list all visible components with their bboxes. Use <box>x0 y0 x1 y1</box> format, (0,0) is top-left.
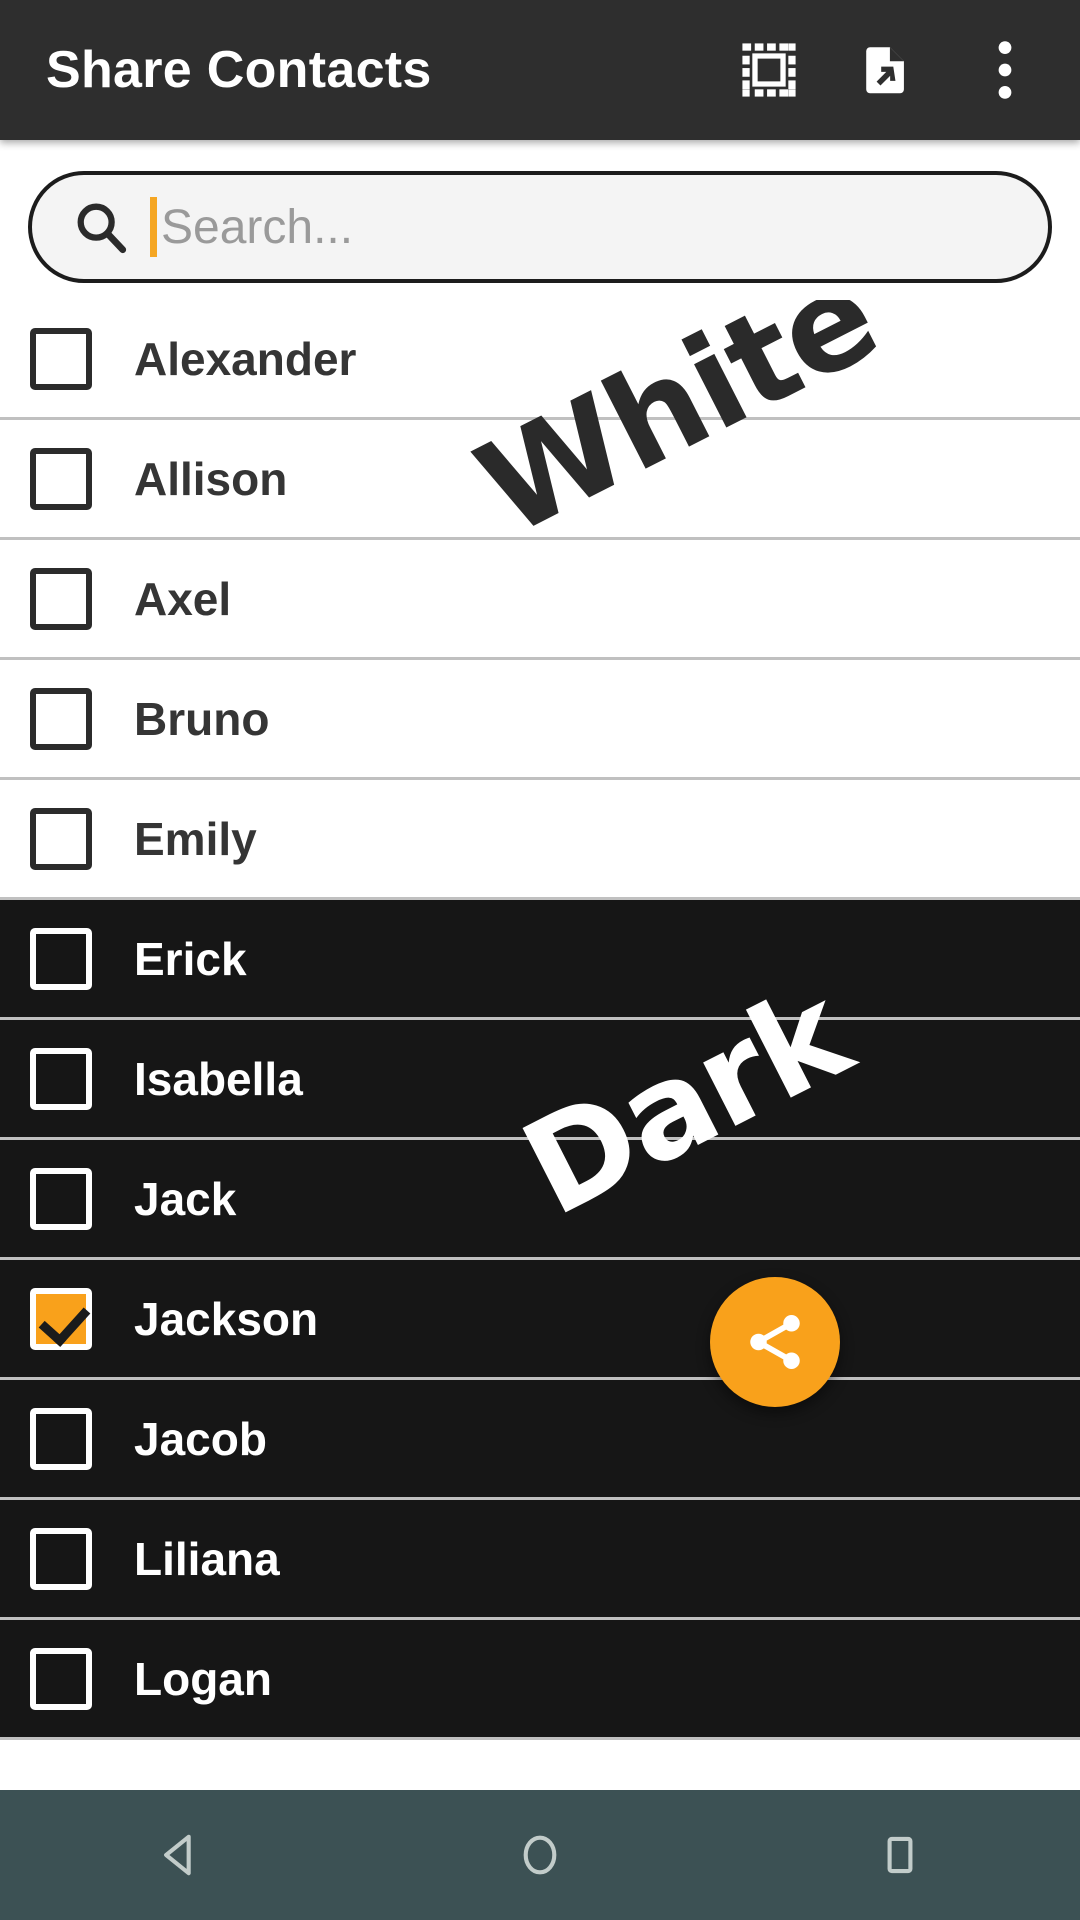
contact-row[interactable]: Emily <box>0 780 1080 900</box>
contact-row[interactable]: Isabella <box>0 1020 1080 1140</box>
contact-row[interactable]: Bruno <box>0 660 1080 780</box>
contact-checkbox[interactable] <box>30 327 92 390</box>
contact-row[interactable]: Alexander <box>0 300 1080 420</box>
contact-row[interactable]: Erick <box>0 900 1080 1020</box>
contact-row[interactable]: Jacob <box>0 1380 1080 1500</box>
app-bar-actions <box>738 39 1036 101</box>
contact-row[interactable]: Jack <box>0 1140 1080 1260</box>
nav-back-button[interactable] <box>110 1790 250 1920</box>
home-circle-icon <box>523 1835 557 1875</box>
contact-row[interactable]: Axel <box>0 540 1080 660</box>
contact-checkbox[interactable] <box>30 1287 92 1350</box>
app-screen: Share Contacts Search... Alexander Allis… <box>0 0 1080 1920</box>
contact-checkbox[interactable] <box>30 447 92 510</box>
contact-name: Jack <box>134 1172 237 1225</box>
contact-name: Alexander <box>134 332 357 385</box>
contact-name: Jacob <box>134 1412 267 1465</box>
contact-checkbox[interactable] <box>30 687 92 750</box>
contact-list[interactable]: Alexander Allison Axel Bruno Emily Erick Isabe… <box>0 300 1080 1790</box>
contact-checkbox[interactable] <box>30 807 92 870</box>
android-navigation-bar <box>0 1790 1080 1920</box>
contact-checkbox[interactable] <box>30 1047 92 1110</box>
nav-home-button[interactable] <box>470 1790 610 1920</box>
search-icon <box>70 196 132 258</box>
contact-checkbox[interactable] <box>30 1167 92 1230</box>
contact-row[interactable]: Liliana <box>0 1500 1080 1620</box>
back-triangle-icon <box>164 1834 191 1876</box>
search-input[interactable]: Search... <box>28 171 1052 283</box>
contact-checkbox[interactable] <box>30 1527 92 1590</box>
overflow-menu-icon[interactable] <box>974 39 1036 101</box>
contact-name: Axel <box>134 572 232 625</box>
search-placeholder: Search... <box>161 200 354 254</box>
contact-row[interactable]: Jackson <box>0 1260 1080 1380</box>
app-bar: Share Contacts <box>0 0 1080 140</box>
contact-name: Bruno <box>134 692 270 745</box>
contact-name: Isabella <box>134 1052 303 1105</box>
contact-checkbox[interactable] <box>30 1647 92 1710</box>
text-cursor <box>150 197 157 257</box>
contact-row[interactable]: Allison <box>0 420 1080 540</box>
page-title: Share Contacts <box>46 41 432 99</box>
contact-checkbox[interactable] <box>30 567 92 630</box>
contact-name: Jackson <box>134 1292 319 1345</box>
contact-name: Allison <box>134 452 288 505</box>
nav-recents-button[interactable] <box>830 1790 970 1920</box>
contact-name: Emily <box>134 812 257 865</box>
select-all-icon[interactable] <box>738 39 800 101</box>
search-area: Search... <box>0 140 1080 300</box>
contact-name: Liliana <box>134 1532 280 1585</box>
share-fab-button[interactable] <box>710 1277 840 1407</box>
contact-checkbox[interactable] <box>30 1407 92 1470</box>
contact-checkbox[interactable] <box>30 927 92 990</box>
file-export-icon[interactable] <box>856 39 918 101</box>
recents-square-icon <box>887 1836 913 1874</box>
contact-name: Logan <box>134 1652 272 1705</box>
share-icon <box>750 1315 800 1369</box>
contact-name: Erick <box>134 932 247 985</box>
contact-row[interactable]: Logan <box>0 1620 1080 1740</box>
